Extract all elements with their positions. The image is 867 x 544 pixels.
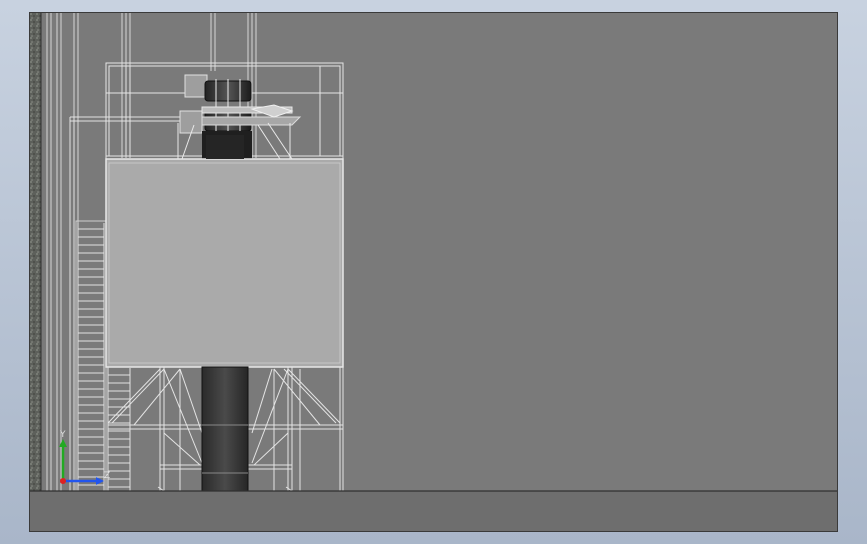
background-wall-texture — [30, 13, 42, 491]
ladder-rungs — [78, 228, 104, 486]
storage-silo-bin — [105, 158, 344, 368]
cad-scene: Y Z — [30, 13, 837, 531]
triad-z-label: Z — [104, 471, 110, 481]
stair-steps — [108, 374, 130, 488]
ground-floor-slab — [30, 490, 837, 531]
triad-y-label: Y — [59, 430, 66, 440]
graphics-viewport[interactable]: Y Z — [29, 12, 838, 532]
triad-origin — [60, 478, 66, 484]
